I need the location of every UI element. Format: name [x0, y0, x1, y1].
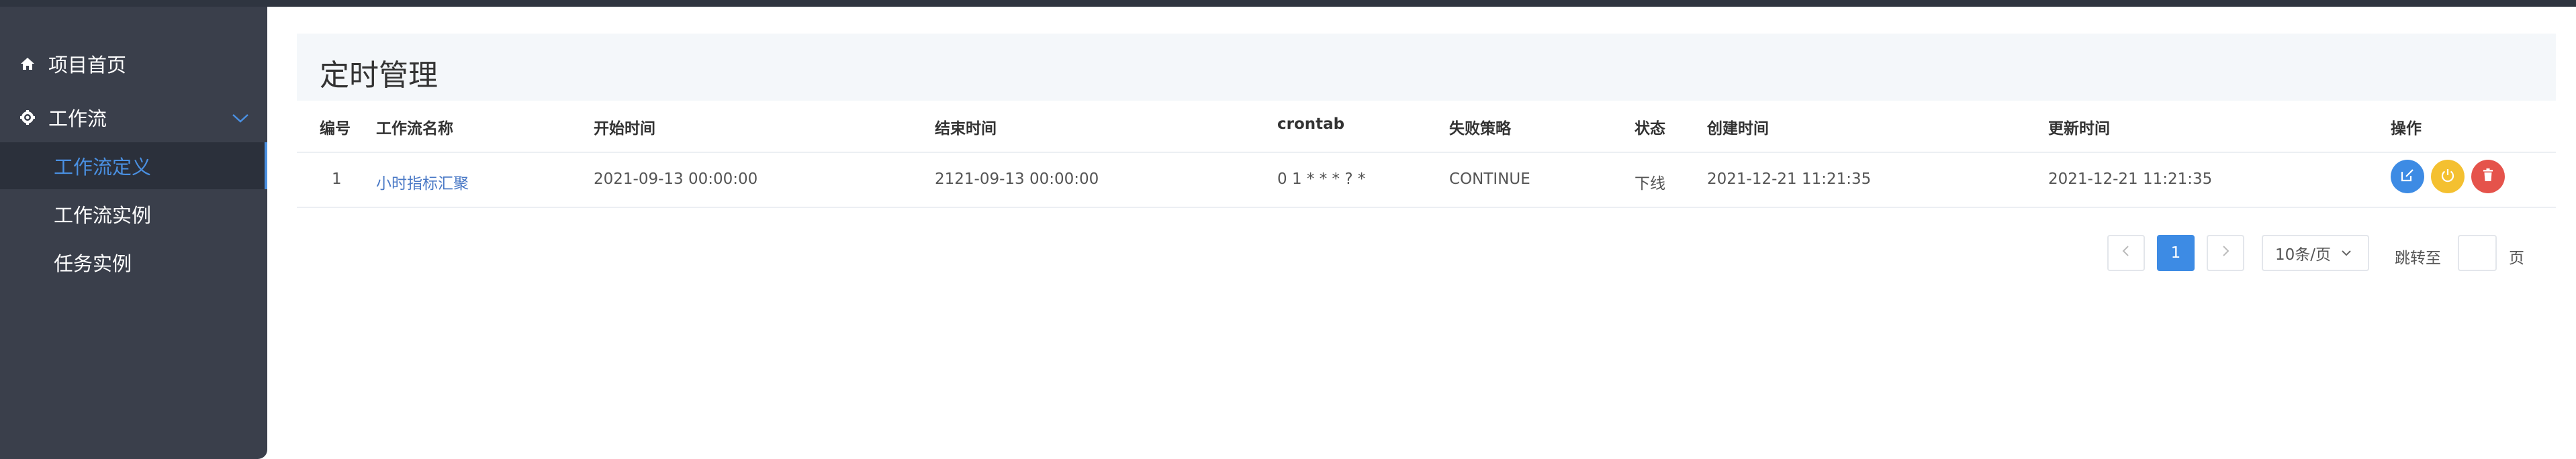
table-divider [297, 207, 2556, 208]
edit-button[interactable] [2391, 160, 2424, 193]
page-number-button[interactable]: 1 [2157, 235, 2195, 271]
column-header-failure-strategy: 失败策略 [1449, 120, 1511, 138]
cell-start-time: 2021-09-13 00:00:00 [594, 170, 758, 188]
sidebar-item-home[interactable]: 项目首页 [0, 40, 267, 87]
column-header-end-time: 结束时间 [935, 120, 997, 138]
power-icon [2440, 167, 2456, 186]
sidebar-item-task-instance[interactable]: 任务实例 [0, 239, 267, 286]
page-size-value: 10条/页 [2275, 246, 2332, 264]
main-content: 定时管理 编号 工作流名称 开始时间 结束时间 crontab 失败策略 状态 … [267, 7, 2576, 459]
home-icon [17, 56, 38, 72]
cell-failure-strategy: CONTINUE [1449, 170, 1530, 188]
chevron-down-icon[interactable] [231, 109, 250, 132]
chevron-left-icon [2121, 244, 2131, 262]
sidebar-item-workflow-instance[interactable]: 工作流实例 [0, 191, 267, 238]
column-header-crontab: crontab [1277, 115, 1345, 133]
workflow-name-link[interactable]: 小时指标汇聚 [376, 170, 469, 193]
chevron-down-icon [2340, 248, 2352, 258]
cell-id: 1 [332, 170, 342, 188]
cell-crontab: 0 1 * * * ? * [1277, 170, 1366, 188]
sidebar-item-workflow-definition[interactable]: 工作流定义 [0, 142, 267, 189]
column-header-created-time: 创建时间 [1707, 120, 1769, 138]
page-suffix: 页 [2509, 250, 2524, 267]
cell-status: 下线 [1635, 175, 1665, 193]
page-title: 定时管理 [320, 58, 438, 93]
prev-page-button[interactable] [2107, 235, 2145, 271]
power-button[interactable] [2431, 160, 2465, 193]
page-size-select[interactable]: 10条/页 [2262, 235, 2369, 271]
column-header-updated-time: 更新时间 [2048, 120, 2110, 138]
column-header-actions: 操作 [2391, 120, 2422, 138]
jump-label: 跳转至 [2395, 250, 2441, 267]
edit-icon [2399, 167, 2416, 186]
sidebar-item-label: 任务实例 [54, 252, 132, 275]
column-header-name: 工作流名称 [376, 120, 453, 138]
trash-icon [2480, 167, 2496, 186]
sidebar-item-workflow[interactable]: 工作流 [0, 94, 267, 141]
gear-icon [17, 109, 38, 125]
sidebar-item-label: 工作流定义 [54, 156, 152, 178]
column-header-start-time: 开始时间 [594, 120, 655, 138]
chevron-right-icon [2221, 244, 2230, 262]
sidebar-item-label: 项目首页 [48, 54, 127, 76]
title-card: 定时管理 [297, 34, 2556, 101]
next-page-button[interactable] [2207, 235, 2244, 271]
cell-created-time: 2021-12-21 11:21:35 [1707, 170, 1872, 188]
cell-end-time: 2121-09-13 00:00:00 [935, 170, 1099, 188]
column-header-status: 状态 [1635, 120, 1665, 138]
sidebar: 项目首页 工作流 工作流定义 工作流实例 任务实例 [0, 7, 267, 459]
jump-page-input[interactable] [2458, 235, 2497, 271]
top-bar [0, 0, 2576, 7]
sidebar-item-label: 工作流 [48, 107, 107, 130]
cell-updated-time: 2021-12-21 11:21:35 [2048, 170, 2213, 188]
column-header-id: 编号 [320, 120, 351, 138]
table-divider [297, 152, 2556, 153]
sidebar-item-label: 工作流实例 [54, 204, 152, 227]
delete-button[interactable] [2471, 160, 2505, 193]
